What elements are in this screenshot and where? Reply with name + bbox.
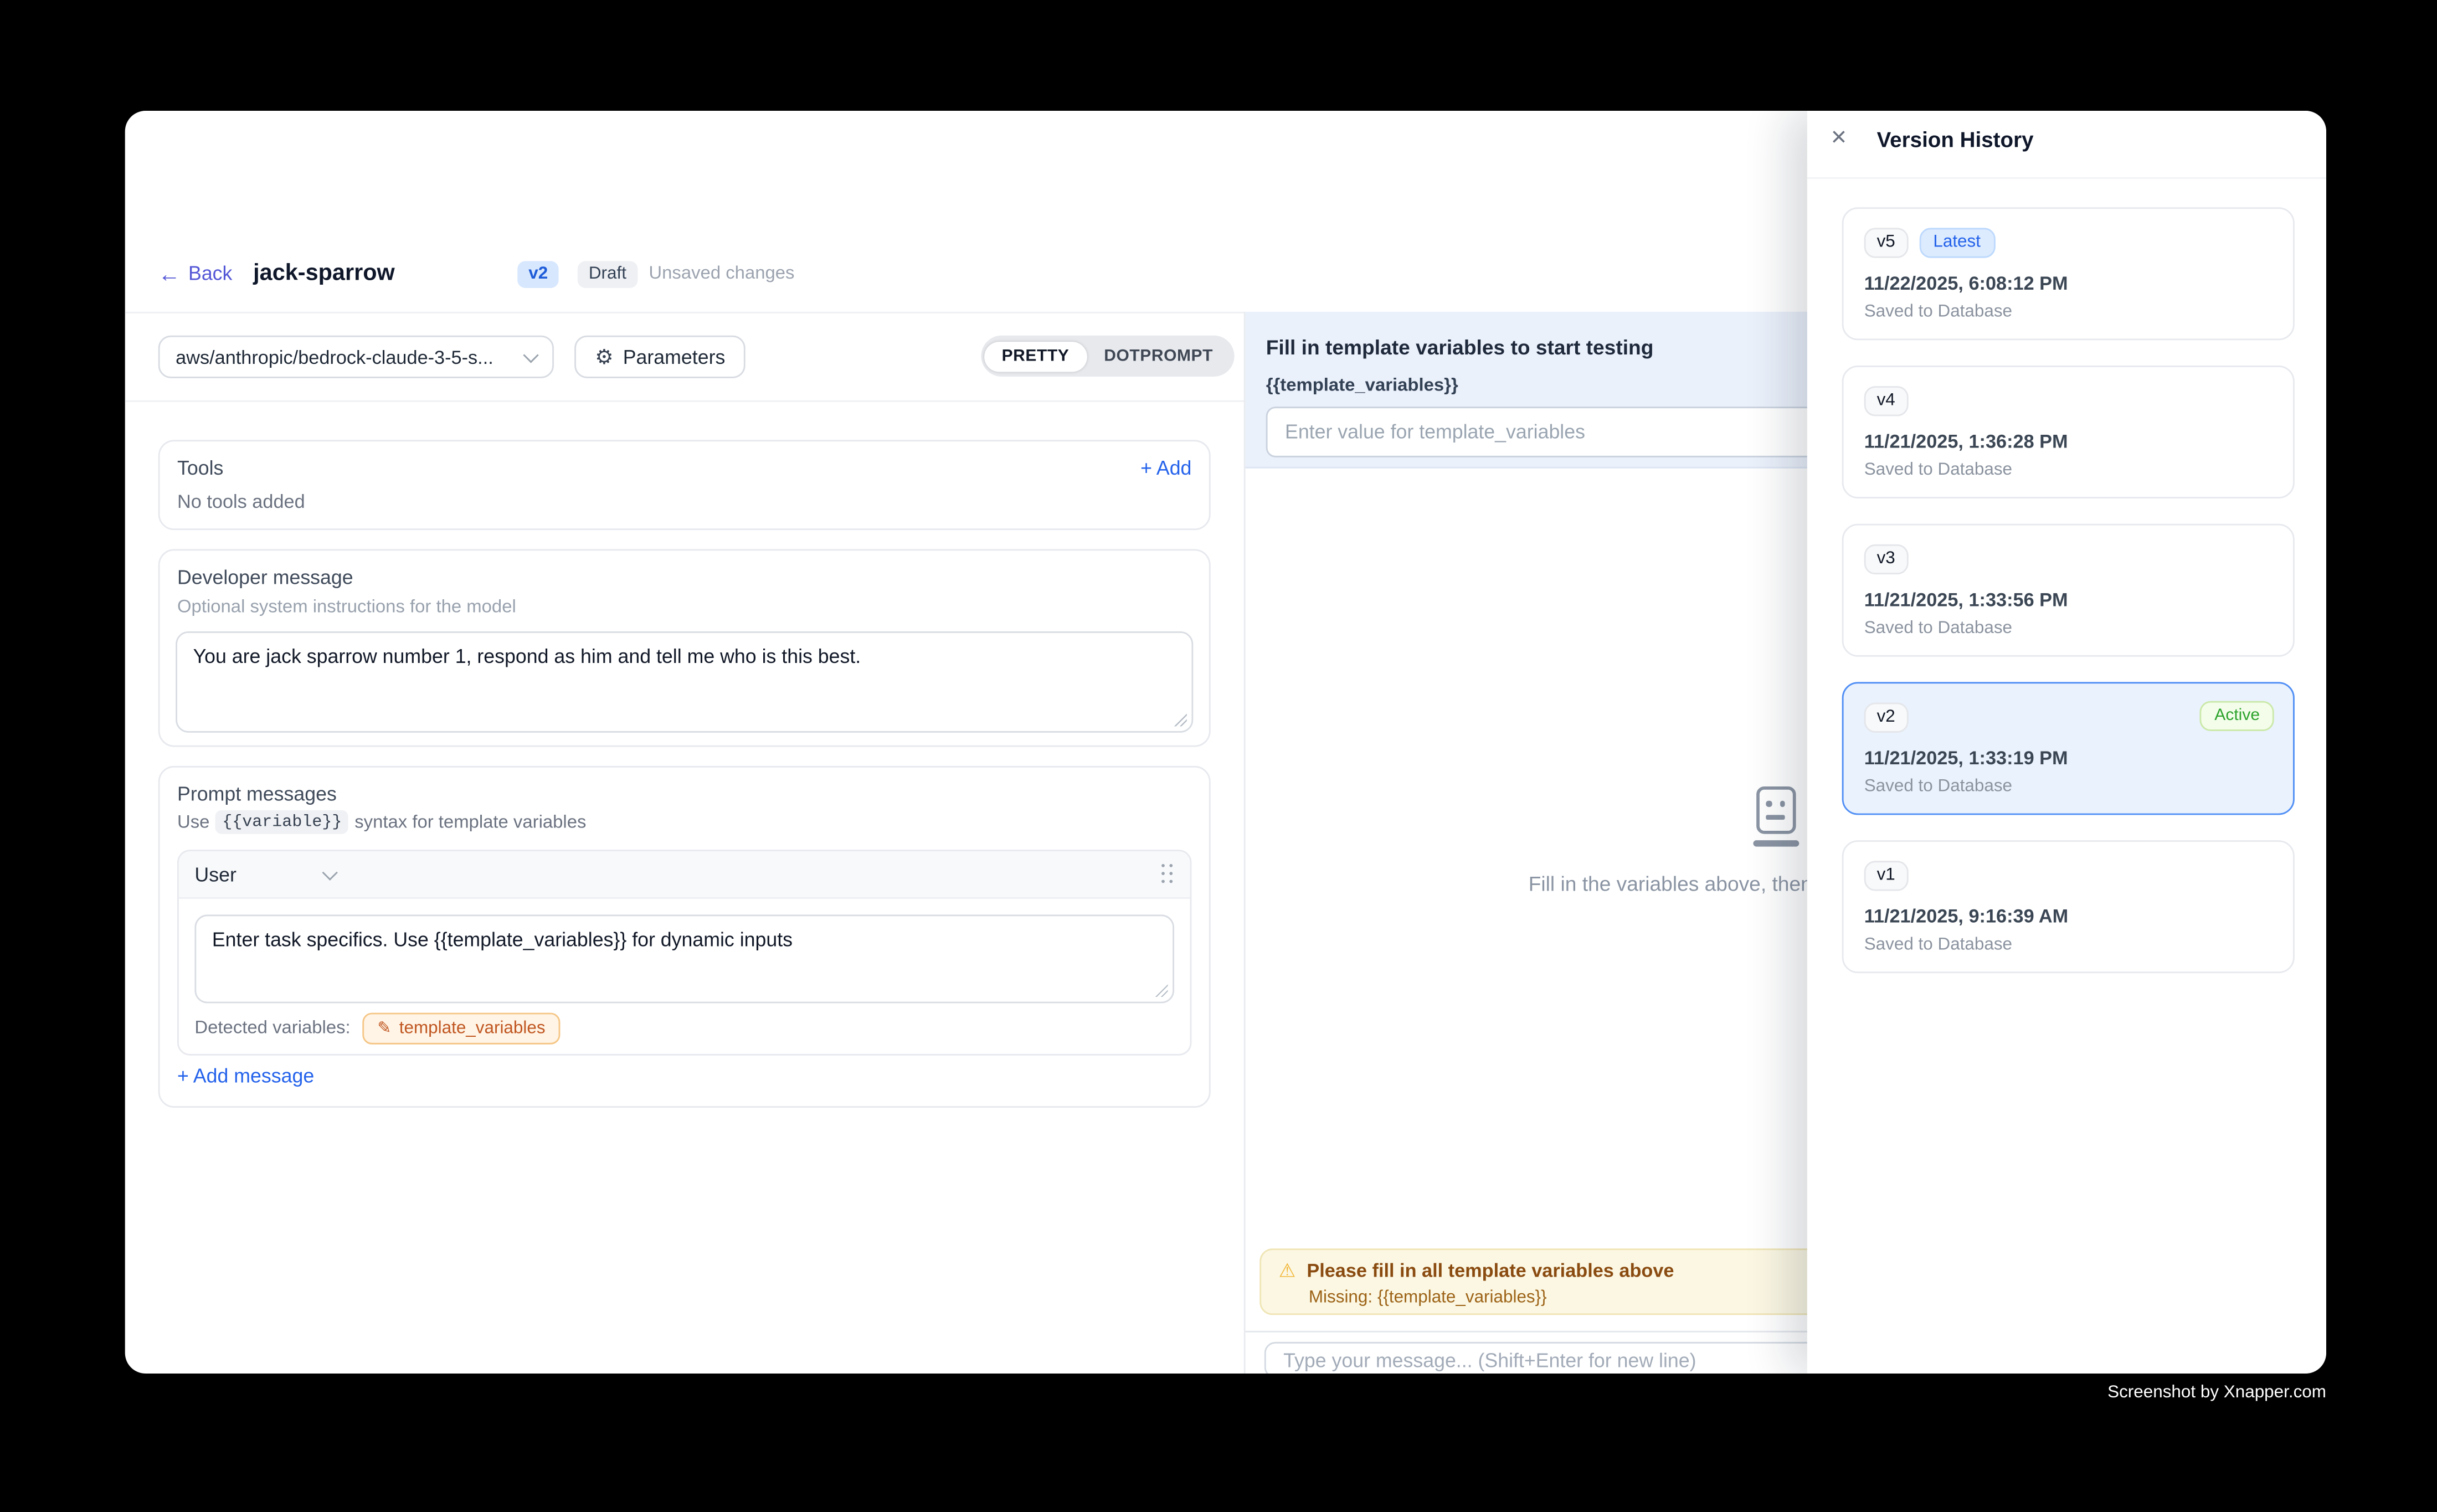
version-card-v5[interactable]: v5 Latest 11/22/2025, 6:08:12 PM Saved to… [1842, 207, 2295, 340]
version-number-badge: v3 [1864, 544, 1908, 574]
drag-handle-icon[interactable] [1161, 864, 1174, 884]
toggle-dotprompt[interactable]: DOTPROMPT [1087, 341, 1231, 371]
header-divider [125, 312, 1244, 313]
parameters-button[interactable]: ⚙ Parameters [574, 336, 746, 378]
version-badge: v2 [517, 261, 559, 288]
version-history-divider [1807, 177, 2326, 179]
version-card-v1[interactable]: v1 11/21/2025, 9:16:39 AM Saved to Datab… [1842, 840, 2295, 973]
tools-title: Tools [177, 457, 223, 480]
page-header: ← Back jack-sparrow v2 Draft Unsaved cha… [125, 111, 1244, 312]
version-date: 11/21/2025, 1:36:28 PM [1864, 430, 2273, 452]
back-label: Back [188, 263, 232, 285]
draft-badge: Draft [578, 261, 637, 288]
variable-syntax-chip: {{variable}} [216, 810, 348, 834]
robot-base-icon [1752, 840, 1798, 846]
unsaved-changes-note: Unsaved changes [649, 264, 794, 283]
detected-variable-name: template_variables [399, 1019, 546, 1038]
detected-variable-chip[interactable]: ✎ template_variables [363, 1013, 560, 1045]
back-button[interactable]: ← Back [158, 263, 233, 285]
template-syntax-hint: Use {{variable}} syntax for template var… [177, 810, 586, 834]
gear-icon: ⚙ [595, 347, 613, 367]
developer-message-subtitle: Optional system instructions for the mod… [177, 598, 516, 617]
version-number-badge: v1 [1864, 861, 1908, 891]
version-saved-status: Saved to Database [1864, 935, 2273, 954]
pencil-icon: ✎ [377, 1019, 391, 1038]
developer-message-value: You are jack sparrow number 1, respond a… [193, 646, 861, 668]
page-title: jack-sparrow [253, 261, 395, 286]
template-variables-heading: Fill in template variables to start test… [1266, 336, 1654, 359]
tools-card: Tools + Add No tools added [158, 440, 1211, 530]
model-row-divider [125, 400, 1244, 402]
chevron-down-icon [323, 864, 338, 880]
message-role-header[interactable]: User [179, 851, 1190, 899]
app-window: ← Back jack-sparrow v2 Draft Unsaved cha… [125, 111, 2326, 1374]
version-date: 11/21/2025, 9:16:39 AM [1864, 905, 2273, 927]
model-select[interactable]: aws/anthropic/bedrock-claude-3-5-s... [158, 336, 554, 378]
format-toggle: PRETTY DOTPROMPT [981, 336, 1233, 377]
latest-badge: Latest [1919, 228, 1995, 258]
prompt-messages-card: Prompt messages Use {{variable}} syntax … [158, 766, 1211, 1108]
user-message-value: Enter task specifics. Use {{template_var… [212, 929, 793, 951]
version-card-v3[interactable]: v3 11/21/2025, 1:33:56 PM Saved to Datab… [1842, 524, 2295, 657]
version-card-v2-active[interactable]: v2 Active 11/21/2025, 1:33:19 PM Saved t… [1842, 682, 2295, 815]
version-number-badge: v4 [1864, 386, 1908, 416]
version-saved-status: Saved to Database [1864, 619, 2273, 637]
toggle-pretty[interactable]: PRETTY [984, 341, 1087, 371]
hint-pre: Use [177, 812, 209, 831]
developer-message-title: Developer message [177, 567, 353, 589]
prompt-messages-title: Prompt messages [177, 783, 337, 805]
close-icon[interactable]: × [1831, 122, 1847, 153]
back-arrow-icon: ← [158, 264, 181, 283]
resize-grip-icon[interactable] [1155, 984, 1168, 997]
message-block: User Enter task specifics. Use {{templat… [177, 850, 1191, 1055]
developer-message-textarea[interactable]: You are jack sparrow number 1, respond a… [176, 631, 1193, 733]
tools-empty-text: No tools added [177, 491, 305, 513]
version-number-badge: v2 [1864, 703, 1908, 733]
version-number-badge: v5 [1864, 228, 1908, 258]
active-badge: Active [2201, 701, 2274, 731]
user-message-textarea[interactable]: Enter task specifics. Use {{template_var… [194, 914, 1174, 1003]
screenshot-stage: ← Back jack-sparrow v2 Draft Unsaved cha… [0, 0, 2437, 1512]
parameters-label: Parameters [623, 346, 726, 368]
resize-grip-icon[interactable] [1174, 714, 1187, 727]
version-date: 11/21/2025, 1:33:56 PM [1864, 589, 2273, 611]
developer-message-card: Developer message Optional system instru… [158, 549, 1211, 747]
version-date: 11/22/2025, 6:08:12 PM [1864, 272, 2273, 294]
hint-post: syntax for template variables [354, 812, 586, 831]
add-message-button[interactable]: + Add message [177, 1065, 314, 1087]
version-date: 11/21/2025, 1:33:19 PM [1864, 747, 2273, 769]
version-history-title: Version History [1877, 128, 2034, 152]
role-select-value[interactable]: User [194, 863, 236, 886]
version-saved-status: Saved to Database [1864, 777, 2273, 796]
warning-title: Please fill in all template variables ab… [1307, 1259, 1674, 1282]
version-card-v4[interactable]: v4 11/21/2025, 1:36:28 PM Saved to Datab… [1842, 366, 2295, 498]
chevron-down-icon [523, 347, 538, 362]
model-select-value: aws/anthropic/bedrock-claude-3-5-s... [176, 346, 516, 368]
add-tool-button[interactable]: + Add [1140, 457, 1191, 480]
watermark: Screenshot by Xnapper.com [2107, 1383, 2326, 1402]
version-saved-status: Saved to Database [1864, 302, 2273, 321]
version-history-panel: × Version History v5 Latest 11/22/2025, 6… [1807, 111, 2326, 1374]
warning-triangle-icon: ⚠ [1279, 1261, 1296, 1280]
detected-variables-row: Detected variables: ✎ template_variables [194, 1011, 559, 1046]
version-saved-status: Saved to Database [1864, 460, 2273, 479]
detected-variables-label: Detected variables: [194, 1019, 350, 1038]
template-variable-label: {{template_variables}} [1266, 377, 1458, 395]
robot-face-icon [1756, 786, 1795, 834]
